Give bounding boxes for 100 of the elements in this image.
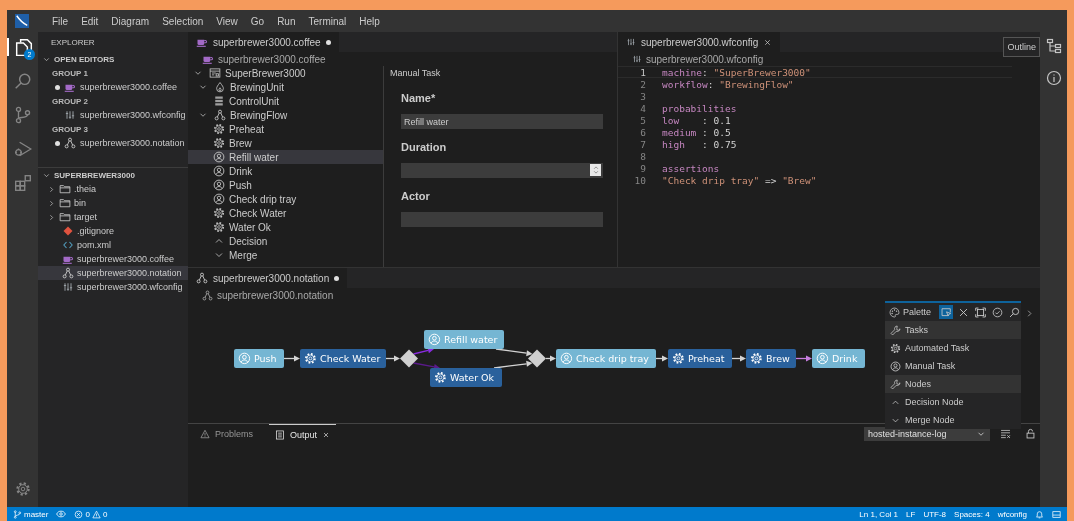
- section-header[interactable]: SUPERBREWER3000: [38, 168, 188, 182]
- wrench-icon: [890, 324, 901, 336]
- palette-item[interactable]: Automated Task: [885, 339, 1021, 357]
- menu-item[interactable]: Diagram: [111, 15, 150, 27]
- input-field[interactable]: [401, 212, 603, 227]
- tree-item[interactable]: Check Water: [188, 206, 383, 220]
- info-icon: [1045, 70, 1062, 86]
- palette-title: Palette: [903, 307, 933, 317]
- menu-item[interactable]: Help: [359, 15, 380, 27]
- code-text: workflow: "BrewingFlow": [662, 78, 794, 90]
- breadcrumb[interactable]: superbrewer3000.coffee: [218, 53, 326, 65]
- tree-item[interactable]: Water Ok: [188, 220, 383, 234]
- automated-task-node[interactable]: Brew: [746, 349, 796, 368]
- close-icon[interactable]: [322, 430, 331, 439]
- menu-item[interactable]: Go: [250, 15, 265, 27]
- flow-diagram-icon: [62, 267, 74, 279]
- open-editor-item[interactable]: superbrewer3000.notation: [38, 136, 188, 150]
- status-item[interactable]: LF: [906, 509, 916, 519]
- status-item[interactable]: UTF-8: [923, 509, 947, 519]
- status-item[interactable]: wfconfig: [997, 509, 1027, 519]
- branch-status[interactable]: master: [13, 509, 49, 519]
- group-label: GROUP 3: [51, 123, 89, 136]
- folder-icon: [59, 183, 71, 195]
- menu-item[interactable]: View: [216, 15, 238, 27]
- automated-task-node[interactable]: Preheat: [668, 349, 732, 368]
- gear-icon: [213, 207, 225, 219]
- panel-tab[interactable]: Problems: [194, 424, 259, 444]
- tree-item[interactable]: Brew: [188, 136, 383, 150]
- run-debug-icon: [13, 140, 32, 158]
- problems-status[interactable]: 0 0: [74, 509, 108, 519]
- person-icon: [213, 165, 225, 177]
- breadcrumb[interactable]: superbrewer3000.notation: [217, 289, 334, 301]
- line-number: 1: [639, 66, 647, 78]
- panel-tab[interactable]: Output: [269, 424, 337, 444]
- palette-group[interactable]: Nodes: [885, 375, 1021, 393]
- file-tree-item[interactable]: .theia: [38, 182, 188, 196]
- tree-item[interactable]: Drink: [188, 164, 383, 178]
- number-field[interactable]: [401, 163, 603, 178]
- palette-group[interactable]: Tasks: [885, 321, 1021, 339]
- palette-tool[interactable]: [973, 305, 987, 319]
- tree-item[interactable]: BrewingUnit: [188, 80, 383, 94]
- person-icon: [213, 193, 225, 205]
- tree-item[interactable]: Push: [188, 178, 383, 192]
- warning-icon: [200, 429, 210, 439]
- palette-tool[interactable]: [1007, 305, 1021, 319]
- editor-tab[interactable]: superbrewer3000.notation: [188, 268, 348, 288]
- palette-item[interactable]: Merge Node: [885, 411, 1021, 429]
- tree-item[interactable]: ControlUnit: [188, 94, 383, 108]
- diamond-icon: [62, 225, 74, 237]
- breadcrumb[interactable]: superbrewer3000.wfconfig: [646, 53, 764, 65]
- tree-item[interactable]: Preheat: [188, 122, 383, 136]
- tree-item[interactable]: Refill water: [188, 150, 383, 164]
- gear-icon: [435, 372, 446, 383]
- tree-item[interactable]: Decision: [188, 234, 383, 248]
- status-item[interactable]: Ln 1, Col 1: [859, 509, 899, 519]
- palette-item[interactable]: Decision Node: [885, 393, 1021, 411]
- open-editor-item[interactable]: superbrewer3000.coffee: [38, 80, 188, 94]
- line-number: 5: [639, 114, 647, 126]
- tree-item[interactable]: Merge: [188, 248, 383, 262]
- automated-task-node[interactable]: Check Water: [300, 349, 386, 368]
- warning-icon: [91, 509, 101, 519]
- menu-item[interactable]: Terminal: [308, 15, 347, 27]
- files-icon: [14, 38, 33, 56]
- menu-item[interactable]: File: [52, 15, 69, 27]
- wrench-icon: [890, 378, 901, 390]
- person-icon: [816, 352, 829, 365]
- editor-tab[interactable]: superbrewer3000.wfconfig: [618, 32, 781, 52]
- decision-diamond[interactable]: [400, 349, 418, 368]
- file-tree-item[interactable]: superbrewer3000.notation: [38, 266, 188, 280]
- extensions-icon: [13, 174, 32, 192]
- tree-item[interactable]: BrewingFlow: [188, 108, 383, 122]
- search-icon: [13, 72, 32, 90]
- tree-item[interactable]: SuperBrewer3000: [188, 66, 383, 80]
- palette-tool[interactable]: [990, 305, 1004, 319]
- file-tree-item[interactable]: superbrewer3000.coffee: [38, 252, 188, 266]
- line-number: 3: [639, 90, 647, 102]
- config-file-icon: [62, 281, 74, 293]
- open-editor-item[interactable]: superbrewer3000.wfconfig: [38, 108, 188, 122]
- status-item[interactable]: Spaces: 4: [954, 509, 990, 519]
- tree-item[interactable]: Check drip tray: [188, 192, 383, 206]
- file-tree-item[interactable]: .gitignore: [38, 224, 188, 238]
- input-field[interactable]: Refill water: [401, 114, 603, 129]
- editor-tab[interactable]: superbrewer3000.coffee: [188, 32, 339, 52]
- menu-item[interactable]: Edit: [81, 15, 99, 27]
- file-tree-item[interactable]: pom.xml: [38, 238, 188, 252]
- file-tree-item[interactable]: superbrewer3000.wfconfig: [38, 280, 188, 294]
- line-number: 9: [639, 162, 647, 174]
- folder-icon: [59, 211, 71, 223]
- file-name: superbrewer3000.wfconfig: [80, 110, 186, 120]
- menu-item[interactable]: Run: [277, 15, 296, 27]
- merge-diamond[interactable]: [528, 349, 546, 368]
- menu-item[interactable]: Selection: [162, 15, 204, 27]
- palette-item[interactable]: Manual Task: [885, 357, 1021, 375]
- config-file-icon: [64, 109, 76, 121]
- section-header[interactable]: OPEN EDITORS: [38, 52, 188, 66]
- file-tree-item[interactable]: target: [38, 210, 188, 224]
- file-tree-item[interactable]: bin: [38, 196, 188, 210]
- person-icon: [560, 352, 573, 365]
- automated-task-node[interactable]: Water Ok: [430, 368, 502, 387]
- close-icon[interactable]: [763, 37, 773, 47]
